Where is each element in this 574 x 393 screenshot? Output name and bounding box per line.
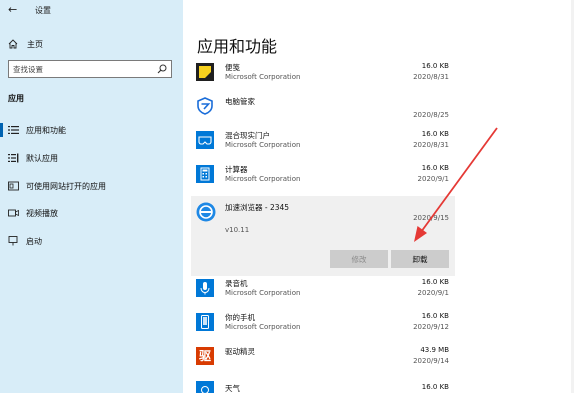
app-name: 混合现实门户 bbox=[225, 131, 270, 140]
your-phone-icon bbox=[196, 313, 214, 331]
app-date: 2020/9/15 bbox=[413, 214, 449, 222]
browser-2345-icon bbox=[196, 202, 216, 222]
app-size: 16.0 KB bbox=[421, 62, 449, 70]
sidebar-item-label: 视频播放 bbox=[26, 209, 58, 218]
sticky-notes-icon bbox=[196, 63, 214, 81]
back-button[interactable]: ← bbox=[8, 4, 22, 16]
app-item-voice-recorder[interactable]: 录音机 Microsoft Corporation 16.0 KB 2020/9… bbox=[191, 276, 455, 310]
app-name: 便笺 bbox=[225, 63, 240, 72]
app-size: 43.9 MB bbox=[420, 346, 449, 354]
search-icon[interactable] bbox=[157, 64, 167, 74]
app-item-sticky-notes[interactable]: 便笺 Microsoft Corporation 16.0 KB 2020/8/… bbox=[191, 60, 455, 94]
app-date: 2020/9/14 bbox=[413, 357, 449, 365]
app-item-your-phone[interactable]: 你的手机 Microsoft Corporation 16.0 KB 2020/… bbox=[191, 310, 455, 344]
section-title: 应用 bbox=[8, 94, 24, 103]
app-date: 2020/9/1 bbox=[417, 289, 449, 297]
driver-genius-icon: 驱 bbox=[196, 347, 214, 365]
sidebar-item-label: 可使用网站打开的应用 bbox=[26, 182, 106, 191]
default-apps-icon bbox=[8, 153, 19, 163]
home-nav[interactable]: 主页 bbox=[8, 38, 43, 50]
mixed-reality-icon bbox=[196, 131, 214, 149]
pc-manager-icon bbox=[197, 97, 213, 115]
app-version: v10.11 bbox=[225, 226, 250, 234]
selected-indicator bbox=[0, 123, 3, 137]
calculator-icon bbox=[196, 165, 214, 183]
video-icon bbox=[8, 209, 19, 217]
app-name: 你的手机 bbox=[225, 313, 255, 322]
app-name: 电脑管家 bbox=[225, 97, 255, 106]
app-publisher: Microsoft Corporation bbox=[225, 73, 301, 81]
app-item-driver-genius[interactable]: 驱 驱动精灵 43.9 MB 2020/9/14 bbox=[191, 344, 455, 378]
app-size: 16.0 KB bbox=[421, 130, 449, 138]
app-publisher: Microsoft Corporation bbox=[225, 289, 301, 297]
app-size: 16.0 KB bbox=[421, 312, 449, 320]
app-publisher: Microsoft Corporation bbox=[225, 141, 301, 149]
app-item-pc-manager[interactable]: 电脑管家 2020/8/25 bbox=[191, 94, 455, 128]
sidebar-item-label: 启动 bbox=[26, 237, 42, 246]
sidebar-item-apps-features[interactable]: 应用和功能 bbox=[0, 121, 183, 139]
app-size: 16.0 KB bbox=[421, 278, 449, 286]
app-name: 天气 bbox=[225, 384, 240, 393]
sidebar: ← 设置 主页 应用 应用和功能 默认应用 bbox=[0, 0, 183, 393]
startup-icon bbox=[8, 236, 18, 246]
app-publisher: Microsoft Corporation bbox=[225, 175, 301, 183]
app-date: 2020/9/12 bbox=[413, 323, 449, 331]
home-icon bbox=[8, 39, 18, 49]
app-size: 16.0 KB bbox=[421, 164, 449, 172]
app-item-2345-browser[interactable]: 加速浏览器 - 2345 2020/9/15 v10.11 修改 卸载 bbox=[191, 196, 455, 276]
sidebar-item-website-apps[interactable]: 可使用网站打开的应用 bbox=[0, 177, 183, 195]
list-icon bbox=[8, 126, 19, 134]
app-date: 2020/8/25 bbox=[413, 111, 449, 119]
website-apps-icon bbox=[8, 181, 19, 191]
app-item-mixed-reality[interactable]: 混合现实门户 Microsoft Corporation 16.0 KB 202… bbox=[191, 128, 455, 162]
home-label: 主页 bbox=[27, 39, 43, 49]
search-input[interactable] bbox=[9, 61, 149, 77]
window-title: 设置 bbox=[35, 6, 51, 15]
app-size: 16.0 KB bbox=[421, 383, 449, 391]
weather-icon bbox=[196, 381, 214, 393]
app-item-weather[interactable]: 天气 16.0 KB bbox=[191, 378, 455, 393]
app-name: 加速浏览器 - 2345 bbox=[225, 203, 290, 212]
app-name: 录音机 bbox=[225, 279, 248, 288]
app-name: 计算器 bbox=[225, 165, 248, 174]
back-arrow-icon: ← bbox=[8, 3, 18, 16]
page-title: 应用和功能 bbox=[197, 37, 278, 56]
voice-recorder-icon bbox=[196, 279, 214, 297]
app-publisher: Microsoft Corporation bbox=[225, 323, 301, 331]
app-name: 驱动精灵 bbox=[225, 347, 255, 356]
sidebar-item-video-playback[interactable]: 视频播放 bbox=[0, 204, 183, 222]
sidebar-item-startup[interactable]: 启动 bbox=[0, 232, 183, 250]
sidebar-item-label: 应用和功能 bbox=[26, 126, 66, 135]
modify-button[interactable]: 修改 bbox=[330, 250, 388, 268]
app-item-calculator[interactable]: 计算器 Microsoft Corporation 16.0 KB 2020/9… bbox=[191, 162, 455, 196]
app-date: 2020/8/31 bbox=[413, 73, 449, 81]
sidebar-item-default-apps[interactable]: 默认应用 bbox=[0, 149, 183, 167]
app-date: 2020/9/1 bbox=[417, 175, 449, 183]
app-date: 2020/8/31 bbox=[413, 141, 449, 149]
uninstall-button[interactable]: 卸载 bbox=[391, 250, 449, 268]
sidebar-item-label: 默认应用 bbox=[26, 154, 58, 163]
settings-search[interactable] bbox=[8, 60, 172, 78]
